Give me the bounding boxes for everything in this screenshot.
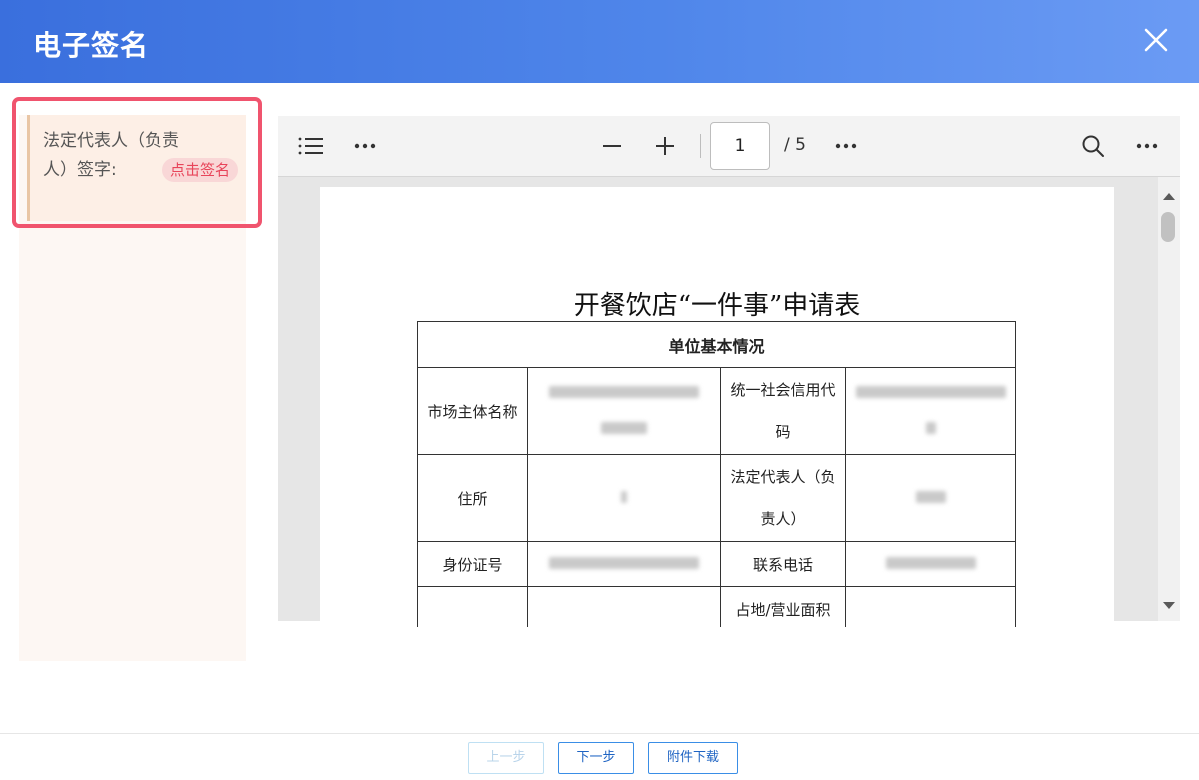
table-row: 身份证号 联系电话	[417, 541, 1016, 587]
zoom-in-icon[interactable]	[655, 136, 675, 156]
scroll-down-icon[interactable]	[1162, 601, 1176, 611]
page-number-input[interactable]: 1	[710, 122, 770, 170]
scroll-up-icon[interactable]	[1162, 191, 1176, 201]
pdf-page: 开餐饮店“一件事”申请表 单位基本情况 市场主体名称 统一社会信用代码 住所 法…	[320, 187, 1114, 627]
more-right-icon[interactable]	[1136, 142, 1158, 150]
zoom-out-icon[interactable]	[602, 136, 622, 156]
dialog-header: 电子签名	[0, 0, 1199, 83]
search-icon[interactable]	[1081, 134, 1105, 158]
redacted-value	[527, 541, 721, 587]
table-row: 占地/营业面积	[417, 586, 1016, 627]
empty-cell	[845, 586, 1016, 627]
footer-divider	[0, 733, 1199, 734]
pdf-toolbar: 1 / 5	[278, 116, 1180, 177]
more-left-icon[interactable]	[354, 142, 376, 150]
next-step-button[interactable]: 下一步	[558, 742, 634, 774]
dialog-title: 电子签名	[33, 29, 150, 62]
redacted-value	[845, 541, 1016, 587]
row-label: 市场主体名称	[417, 367, 528, 455]
row-label: 法定代表人（负责人）	[720, 454, 846, 542]
redacted-value	[527, 367, 721, 455]
row-label: 联系电话	[720, 541, 846, 587]
redacted-value	[527, 454, 721, 542]
page-total: / 5	[784, 135, 806, 155]
close-icon[interactable]	[1140, 24, 1172, 56]
outline-list-icon[interactable]	[298, 136, 324, 156]
table-row: 市场主体名称 统一社会信用代码	[417, 367, 1016, 455]
more-center-icon[interactable]	[835, 142, 857, 150]
scrollbar-thumb[interactable]	[1161, 212, 1175, 242]
row-label: 统一社会信用代码	[720, 367, 846, 455]
prev-step-button[interactable]: 上一步	[468, 742, 544, 774]
row-label	[417, 586, 528, 627]
table-row: 住所 法定代表人（负责人）	[417, 454, 1016, 542]
row-label: 身份证号	[417, 541, 528, 587]
pdf-scrollbar[interactable]	[1158, 177, 1180, 621]
section-header: 单位基本情况	[417, 321, 1016, 368]
download-attachment-button[interactable]: 附件下载	[648, 742, 738, 774]
click-to-sign-badge[interactable]: 点击签名	[162, 158, 239, 182]
empty-cell	[527, 586, 721, 627]
document-title: 开餐饮店“一件事”申请表	[573, 291, 861, 321]
row-label: 占地/营业面积	[720, 586, 846, 627]
row-label: 住所	[417, 454, 528, 542]
redacted-value	[845, 367, 1016, 455]
redacted-value	[845, 454, 1016, 542]
pdf-viewer: 1 / 5 开餐饮店“一件事”申请表 单位基本情况 市场主体名称 统一社会信用代…	[278, 116, 1180, 627]
application-form-table: 单位基本情况 市场主体名称 统一社会信用代码 住所 法定代表人（负责人） 身份证…	[417, 321, 1016, 627]
toolbar-separator	[700, 134, 701, 158]
